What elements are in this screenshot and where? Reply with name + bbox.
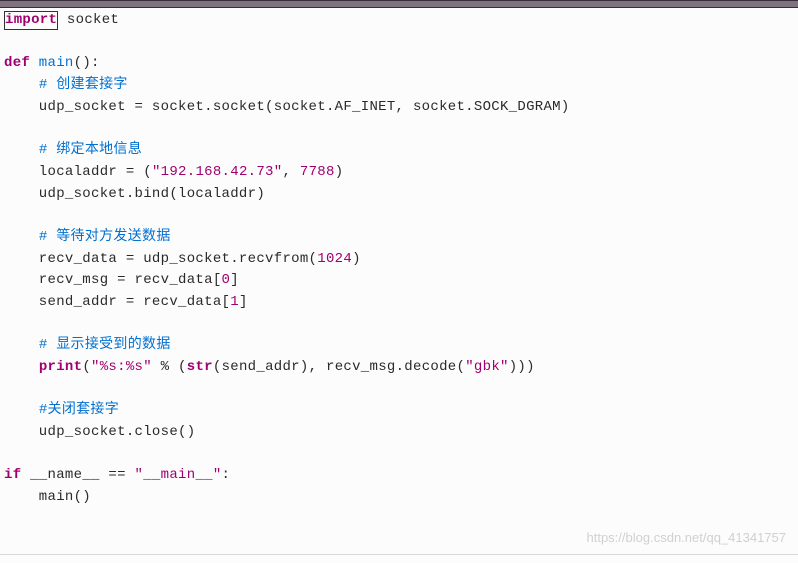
code-bind: udp_socket.bind(localaddr) — [4, 186, 265, 202]
indent — [4, 402, 39, 418]
comment-bind-local: # 绑定本地信息 — [39, 142, 142, 158]
code-line: localaddr = ("192.168.42.73", 7788) — [4, 162, 794, 184]
blank-line — [4, 118, 794, 140]
builtin-str: str — [187, 359, 213, 375]
localaddr-assign: localaddr = ( — [4, 164, 152, 180]
code-line: send_addr = recv_data[1] — [4, 292, 794, 314]
comment-wait-data: # 等待对方发送数据 — [39, 229, 171, 245]
name-eq: __name__ == — [21, 467, 134, 483]
number-bufsize: 1024 — [317, 251, 352, 267]
call-main: main() — [4, 489, 91, 505]
string-format: "%s:%s" — [91, 359, 152, 375]
code-line: if __name__ == "__main__": — [4, 465, 794, 487]
blank-line — [4, 444, 794, 466]
recv-msg-index: recv_msg = recv_data[ — [4, 272, 222, 288]
code-line: udp_socket.bind(localaddr) — [4, 184, 794, 206]
blank-line — [4, 32, 794, 54]
code-create-socket: udp_socket = socket.socket(socket.AF_INE… — [4, 99, 570, 115]
builtin-print: print — [39, 359, 83, 375]
comment-close-socket: #关闭套接字 — [39, 402, 119, 418]
cursor-block: import — [4, 11, 58, 30]
module-socket: socket — [58, 12, 119, 28]
number-one: 1 — [230, 294, 239, 310]
colon: : — [222, 467, 231, 483]
comma: , — [282, 164, 299, 180]
number-zero: 0 — [222, 272, 231, 288]
recvfrom-call: recv_data = udp_socket.recvfrom( — [4, 251, 317, 267]
close-bracket: ] — [239, 294, 248, 310]
close-parens: ))) — [509, 359, 535, 375]
send-addr-index: send_addr = recv_data[ — [4, 294, 230, 310]
close-paren: ) — [335, 164, 344, 180]
indent — [4, 229, 39, 245]
close-bracket: ] — [230, 272, 239, 288]
close-paren: ) — [352, 251, 361, 267]
percent-paren: % ( — [152, 359, 187, 375]
string-ip: "192.168.42.73" — [152, 164, 283, 180]
code-line: def main(): — [4, 53, 794, 75]
code-line: print("%s:%s" % (str(send_addr), recv_ms… — [4, 357, 794, 379]
blank-line — [4, 205, 794, 227]
code-line: # 等待对方发送数据 — [4, 227, 794, 249]
keyword-if: if — [4, 467, 21, 483]
indent — [4, 142, 39, 158]
paren-colon: (): — [74, 55, 100, 71]
number-port: 7788 — [300, 164, 335, 180]
watermark-text: https://blog.csdn.net/qq_41341757 — [587, 530, 787, 545]
indent — [4, 77, 39, 93]
code-line: # 显示接受到的数据 — [4, 335, 794, 357]
code-line: recv_data = udp_socket.recvfrom(1024) — [4, 249, 794, 271]
code-line: main() — [4, 487, 794, 509]
open-paren: ( — [82, 359, 91, 375]
comment-show-data: # 显示接受到的数据 — [39, 337, 171, 353]
indent — [4, 359, 39, 375]
code-editor[interactable]: import socket def main(): # 创建套接字 udp_so… — [0, 8, 798, 511]
comment-create-socket: # 创建套接字 — [39, 77, 128, 93]
code-line: # 绑定本地信息 — [4, 140, 794, 162]
args-decode: (send_addr), recv_msg.decode( — [213, 359, 465, 375]
window-top-border — [0, 0, 798, 8]
code-line: udp_socket = socket.socket(socket.AF_INE… — [4, 97, 794, 119]
code-line: udp_socket.close() — [4, 422, 794, 444]
blank-line — [4, 314, 794, 336]
string-gbk: "gbk" — [465, 359, 509, 375]
code-close: udp_socket.close() — [4, 424, 195, 440]
code-line: #关闭套接字 — [4, 400, 794, 422]
bottom-divider — [0, 554, 798, 555]
keyword-def: def — [4, 55, 30, 71]
indent — [4, 337, 39, 353]
blank-line — [4, 379, 794, 401]
code-line: # 创建套接字 — [4, 75, 794, 97]
code-line: recv_msg = recv_data[0] — [4, 270, 794, 292]
function-name-main: main — [30, 55, 74, 71]
string-main: "__main__" — [135, 467, 222, 483]
keyword-import: import — [5, 12, 57, 28]
code-line: import socket — [4, 10, 794, 32]
